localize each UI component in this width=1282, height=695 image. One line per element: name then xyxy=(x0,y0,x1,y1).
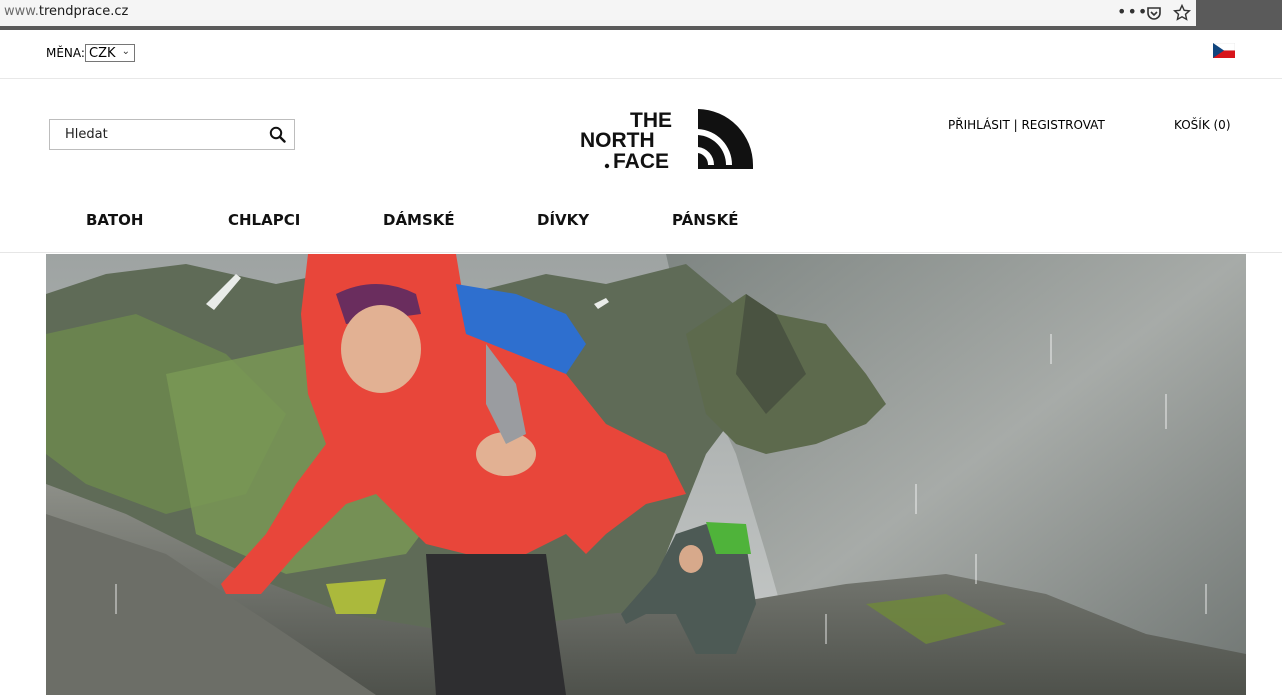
hero-image xyxy=(46,254,1246,695)
brand-logo[interactable]: THE NORTH FACE xyxy=(580,107,754,171)
browser-toolbar: www.trendprace.cz ••• xyxy=(0,0,1196,27)
cart-link[interactable]: KOŠÍK (0) xyxy=(1174,118,1231,132)
currency-value: CZK xyxy=(89,46,116,61)
nav-divider xyxy=(0,252,1282,253)
url-domain: trendprace.cz xyxy=(38,4,129,19)
logo-line-face: FACE xyxy=(613,150,669,171)
search-placeholder: Hledat xyxy=(65,127,108,142)
nav-item-damske[interactable]: DÁMSKÉ xyxy=(383,211,455,229)
hero-banner[interactable] xyxy=(46,254,1246,695)
currency-select[interactable]: CZK ⌄ xyxy=(85,44,135,62)
search-input[interactable]: Hledat xyxy=(49,119,295,150)
login-register-link[interactable]: PŘIHLÁSIT | REGISTROVAT xyxy=(948,118,1105,132)
more-dots-icon[interactable]: ••• xyxy=(1117,2,1148,21)
search-icon[interactable] xyxy=(269,126,286,143)
top-utility-bar: MĚNA: CZK ⌄ xyxy=(0,30,1282,79)
half-dome-icon xyxy=(692,107,753,171)
nav-item-batoh[interactable]: BATOH xyxy=(86,211,143,229)
bookmark-star-icon[interactable] xyxy=(1173,4,1191,22)
chevron-down-icon: ⌄ xyxy=(121,46,130,57)
currency-label: MĚNA: xyxy=(46,46,85,60)
address-bar[interactable]: www.trendprace.cz xyxy=(4,4,128,19)
nav-item-divky[interactable]: DÍVKY xyxy=(537,211,589,229)
url-prefix: www. xyxy=(4,4,39,19)
pocket-icon[interactable] xyxy=(1145,4,1163,22)
nav-item-panske[interactable]: PÁNSKÉ xyxy=(672,211,738,229)
logo-line-north: NORTH xyxy=(580,129,655,152)
browser-frame-edge xyxy=(1196,0,1282,30)
nav-item-chlapci[interactable]: CHLAPCI xyxy=(228,211,300,229)
registered-mark-icon xyxy=(604,163,610,169)
czech-flag-icon[interactable] xyxy=(1213,43,1235,58)
